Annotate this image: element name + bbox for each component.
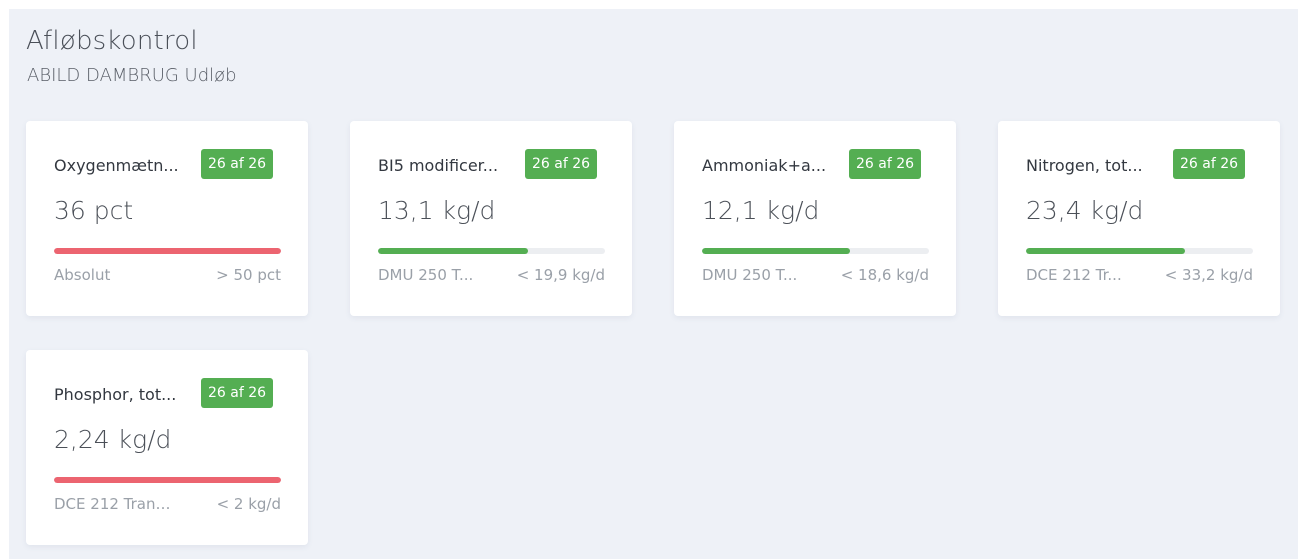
limit-progress-fill bbox=[378, 248, 528, 254]
limit-value-label: < 33,2 kg/d bbox=[1164, 266, 1253, 284]
limit-type-label: Absolut bbox=[54, 266, 111, 284]
metric-value: 23,4 kg/d bbox=[1026, 196, 1144, 225]
limit-progress-fill bbox=[702, 248, 850, 254]
metric-value: 36 pct bbox=[54, 196, 134, 225]
page-subtitle: ABILD DAMBRUG Udløb bbox=[27, 65, 237, 86]
sample-count-badge: 26 af 26 bbox=[201, 149, 274, 179]
limit-type-label: DMU 250 T... bbox=[702, 266, 798, 284]
sample-count-badge: 26 af 26 bbox=[525, 149, 598, 179]
metric-name: Phosphor, tot... bbox=[54, 385, 177, 404]
limit-type-label: DCE 212 Trans... bbox=[54, 495, 174, 513]
limit-type-label: DMU 250 T... bbox=[378, 266, 474, 284]
metric-card-ammoniak[interactable]: Ammoniak+a... 26 af 26 12,1 kg/d DMU 250… bbox=[674, 121, 956, 316]
metric-card-phosphor[interactable]: Phosphor, tot... 26 af 26 2,24 kg/d DCE … bbox=[26, 350, 308, 545]
metric-card-bi5[interactable]: BI5 modificer... 26 af 26 13,1 kg/d DMU … bbox=[350, 121, 632, 316]
sample-count-badge: 26 af 26 bbox=[849, 149, 922, 179]
metric-value: 2,24 kg/d bbox=[54, 425, 172, 454]
limit-value-label: < 2 kg/d bbox=[216, 495, 281, 513]
limit-progress-bar bbox=[54, 477, 281, 483]
limit-progress-fill bbox=[54, 477, 281, 483]
limit-progress-bar bbox=[378, 248, 605, 254]
limit-progress-bar bbox=[1026, 248, 1253, 254]
sample-count-badge: 26 af 26 bbox=[1173, 149, 1246, 179]
limit-value-label: > 50 pct bbox=[216, 266, 281, 284]
metric-card-nitrogen[interactable]: Nitrogen, tot... 26 af 26 23,4 kg/d DCE … bbox=[998, 121, 1280, 316]
metric-name: Oxygenmætn... bbox=[54, 156, 179, 175]
limit-value-label: < 18,6 kg/d bbox=[840, 266, 929, 284]
page-title: Afløbskontrol bbox=[26, 26, 198, 56]
main-panel: Afløbskontrol ABILD DAMBRUG Udløb Oxygen… bbox=[9, 9, 1298, 559]
sample-count-badge: 26 af 26 bbox=[201, 378, 274, 408]
limit-progress-bar bbox=[54, 248, 281, 254]
metric-value: 12,1 kg/d bbox=[702, 196, 820, 225]
limit-type-label: DCE 212 Tr... bbox=[1026, 266, 1122, 284]
limit-progress-fill bbox=[1026, 248, 1185, 254]
metric-card-oxygen[interactable]: Oxygenmætn... 26 af 26 36 pct Absolut > … bbox=[26, 121, 308, 316]
metric-name: BI5 modificer... bbox=[378, 156, 499, 175]
limit-value-label: < 19,9 kg/d bbox=[516, 266, 605, 284]
limit-progress-bar bbox=[702, 248, 929, 254]
limit-progress-fill bbox=[54, 248, 281, 254]
metric-value: 13,1 kg/d bbox=[378, 196, 496, 225]
metric-name: Ammoniak+a... bbox=[702, 156, 827, 175]
metric-name: Nitrogen, tot... bbox=[1026, 156, 1143, 175]
